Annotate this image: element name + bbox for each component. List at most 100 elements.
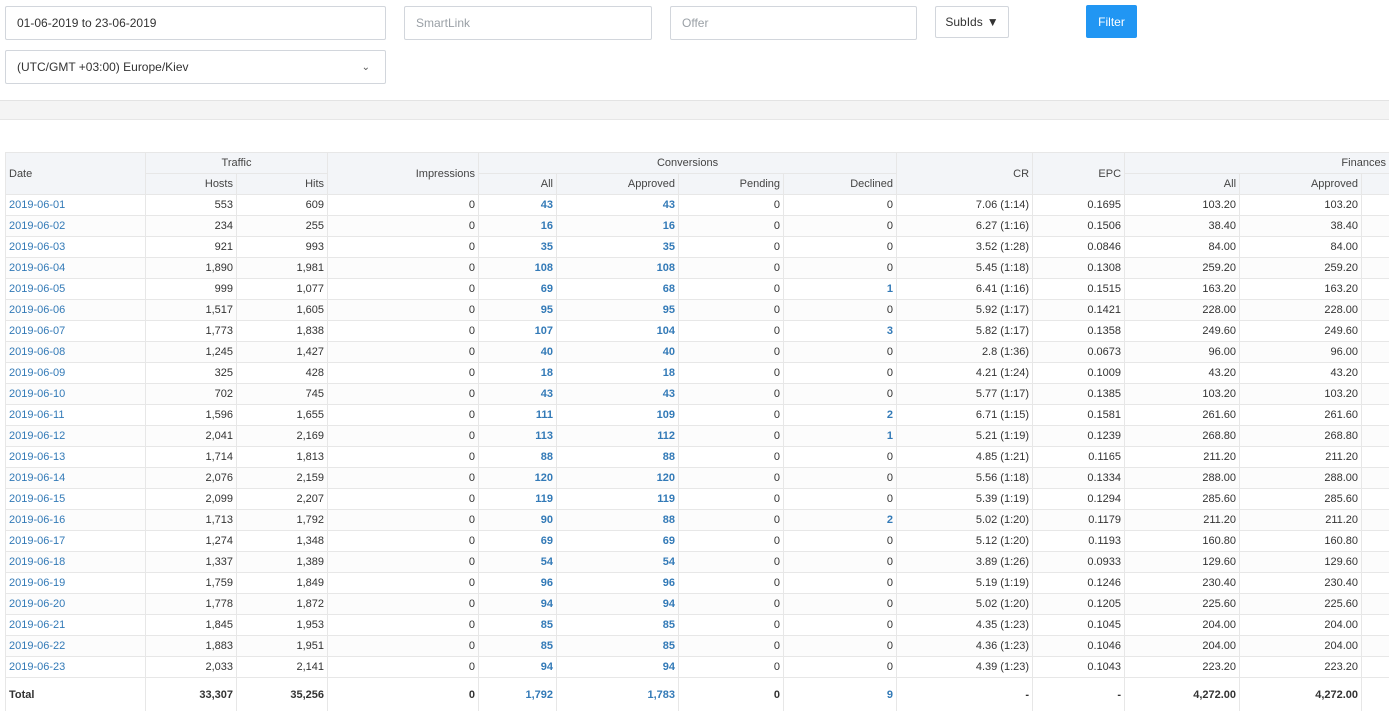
conversions-all-link[interactable]: 90 xyxy=(478,509,558,531)
header-epc[interactable]: EPC xyxy=(1032,152,1126,195)
conversions-approved-link[interactable]: 109 xyxy=(556,404,680,426)
conversions-approved-link[interactable]: 85 xyxy=(556,635,680,657)
conversions-all-link[interactable]: 120 xyxy=(478,467,558,489)
header-conversions-declined[interactable]: Declined xyxy=(783,173,898,195)
conversions-approved-link[interactable]: 68 xyxy=(556,278,680,300)
header-cr[interactable]: CR xyxy=(896,152,1034,195)
conversions-approved-link[interactable]: 95 xyxy=(556,299,680,321)
date-link[interactable]: 2019-06-15 xyxy=(5,488,146,510)
conversions-all-link[interactable]: 88 xyxy=(478,446,558,468)
header-impressions[interactable]: Impressions xyxy=(327,152,480,195)
smartlink-input[interactable]: SmartLink xyxy=(404,6,652,40)
conversions-approved-link[interactable]: 120 xyxy=(556,467,680,489)
conversions-approved-link[interactable]: 88 xyxy=(556,446,680,468)
conversions-all-link[interactable]: 16 xyxy=(478,215,558,237)
header-conversions-approved[interactable]: Approved xyxy=(556,173,680,195)
conversions-all-link[interactable]: 54 xyxy=(478,551,558,573)
header-hits[interactable]: Hits xyxy=(235,173,329,195)
date-link[interactable]: 2019-06-12 xyxy=(5,425,146,447)
conversions-all-link[interactable]: 119 xyxy=(478,488,558,510)
conversions-all-link[interactable]: 113 xyxy=(478,425,558,447)
declined-link[interactable]: 1 xyxy=(783,278,898,300)
conversions-approved-link[interactable]: 96 xyxy=(556,572,680,594)
filter-button[interactable]: Filter xyxy=(1086,5,1137,38)
conversions-approved-link[interactable]: 94 xyxy=(556,656,680,678)
conversions-all-link[interactable]: 18 xyxy=(478,362,558,384)
overflow-cell xyxy=(1361,404,1389,426)
total-conversions-all-link[interactable]: 1,792 xyxy=(478,677,558,711)
declined-link[interactable]: 2 xyxy=(783,404,898,426)
header-conversions-all[interactable]: All xyxy=(478,173,558,195)
conversions-all-link[interactable]: 94 xyxy=(478,656,558,678)
total-pending: 0 xyxy=(678,677,785,711)
header-hosts[interactable]: Hosts xyxy=(145,173,237,195)
conversions-approved-link[interactable]: 85 xyxy=(556,614,680,636)
conversions-approved-link[interactable]: 104 xyxy=(556,320,680,342)
pending-cell: 0 xyxy=(678,593,785,615)
conversions-approved-link[interactable]: 35 xyxy=(556,236,680,258)
date-link[interactable]: 2019-06-10 xyxy=(5,383,146,405)
date-link[interactable]: 2019-06-13 xyxy=(5,446,146,468)
date-link[interactable]: 2019-06-19 xyxy=(5,572,146,594)
conversions-all-link[interactable]: 69 xyxy=(478,278,558,300)
date-link[interactable]: 2019-06-18 xyxy=(5,551,146,573)
conversions-all-link[interactable]: 108 xyxy=(478,257,558,279)
date-link[interactable]: 2019-06-06 xyxy=(5,299,146,321)
conversions-all-link[interactable]: 43 xyxy=(478,194,558,216)
conversions-approved-link[interactable]: 108 xyxy=(556,257,680,279)
header-finances-all[interactable]: All xyxy=(1124,173,1241,195)
date-link[interactable]: 2019-06-22 xyxy=(5,635,146,657)
conversions-approved-link[interactable]: 112 xyxy=(556,425,680,447)
conversions-all-link[interactable]: 35 xyxy=(478,236,558,258)
conversions-all-link[interactable]: 43 xyxy=(478,383,558,405)
declined-link[interactable]: 2 xyxy=(783,509,898,531)
declined-link[interactable]: 1 xyxy=(783,425,898,447)
date-link[interactable]: 2019-06-17 xyxy=(5,530,146,552)
hosts-cell: 1,883 xyxy=(145,635,237,657)
conversions-all-link[interactable]: 111 xyxy=(478,404,558,426)
subids-dropdown-button[interactable]: SubIds ▼ xyxy=(935,6,1009,38)
conversions-approved-link[interactable]: 69 xyxy=(556,530,680,552)
conversions-approved-link[interactable]: 43 xyxy=(556,383,680,405)
date-link[interactable]: 2019-06-03 xyxy=(5,236,146,258)
date-link[interactable]: 2019-06-11 xyxy=(5,404,146,426)
conversions-all-link[interactable]: 95 xyxy=(478,299,558,321)
conversions-approved-link[interactable]: 54 xyxy=(556,551,680,573)
declined-link[interactable]: 3 xyxy=(783,320,898,342)
total-conversions-approved-link[interactable]: 1,783 xyxy=(556,677,680,711)
conversions-approved-link[interactable]: 40 xyxy=(556,341,680,363)
conversions-all-link[interactable]: 85 xyxy=(478,614,558,636)
header-finances-approved[interactable]: Approved xyxy=(1239,173,1363,195)
date-link[interactable]: 2019-06-16 xyxy=(5,509,146,531)
header-date[interactable]: Date xyxy=(5,152,146,195)
header-conversions-pending[interactable]: Pending xyxy=(678,173,785,195)
date-link[interactable]: 2019-06-02 xyxy=(5,215,146,237)
date-link[interactable]: 2019-06-23 xyxy=(5,656,146,678)
timezone-select[interactable]: (UTC/GMT +03:00) Europe/Kiev ⌄ xyxy=(5,50,386,84)
conversions-approved-link[interactable]: 119 xyxy=(556,488,680,510)
offer-input[interactable]: Offer xyxy=(670,6,917,40)
date-link[interactable]: 2019-06-09 xyxy=(5,362,146,384)
conversions-approved-link[interactable]: 43 xyxy=(556,194,680,216)
date-link[interactable]: 2019-06-05 xyxy=(5,278,146,300)
date-link[interactable]: 2019-06-20 xyxy=(5,593,146,615)
conversions-approved-link[interactable]: 94 xyxy=(556,593,680,615)
date-link[interactable]: 2019-06-14 xyxy=(5,467,146,489)
table-row: 2019-06-06 1,517 1,605 0 95 95 0 0 5.92 (1:17) 0.… xyxy=(5,299,1389,321)
date-link[interactable]: 2019-06-07 xyxy=(5,320,146,342)
conversions-all-link[interactable]: 69 xyxy=(478,530,558,552)
date-link[interactable]: 2019-06-08 xyxy=(5,341,146,363)
conversions-all-link[interactable]: 94 xyxy=(478,593,558,615)
conversions-all-link[interactable]: 107 xyxy=(478,320,558,342)
conversions-all-link[interactable]: 96 xyxy=(478,572,558,594)
conversions-all-link[interactable]: 40 xyxy=(478,341,558,363)
date-link[interactable]: 2019-06-04 xyxy=(5,257,146,279)
conversions-approved-link[interactable]: 16 xyxy=(556,215,680,237)
conversions-all-link[interactable]: 85 xyxy=(478,635,558,657)
conversions-approved-link[interactable]: 88 xyxy=(556,509,680,531)
date-link[interactable]: 2019-06-21 xyxy=(5,614,146,636)
total-declined-link[interactable]: 9 xyxy=(783,677,898,711)
date-link[interactable]: 2019-06-01 xyxy=(5,194,146,216)
conversions-approved-link[interactable]: 18 xyxy=(556,362,680,384)
date-range-input[interactable]: 01-06-2019 to 23-06-2019 xyxy=(5,6,386,40)
